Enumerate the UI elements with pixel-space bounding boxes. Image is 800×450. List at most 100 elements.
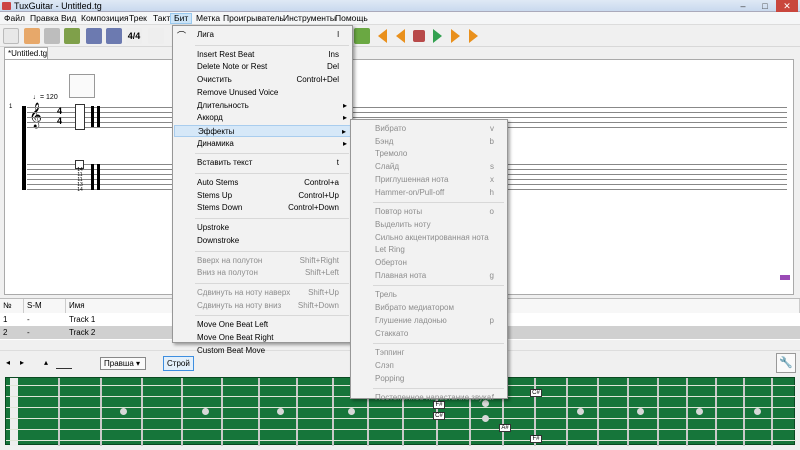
beat-menu-item-14[interactable]: Stems Up Control+Up bbox=[174, 190, 351, 202]
effects-menu-item-8[interactable]: Выделить ноту bbox=[352, 219, 506, 231]
beat-menu-item-17[interactable]: Upstroke bbox=[174, 222, 351, 234]
arrow-right-icon[interactable]: ▸ bbox=[20, 358, 24, 367]
menu-player[interactable]: Проигрыватель bbox=[220, 13, 287, 24]
maximize-button[interactable]: □ bbox=[754, 0, 776, 12]
menu-item-shortcut: g bbox=[489, 270, 494, 280]
effects-menu-item-15[interactable]: Вибрато медиатором bbox=[352, 302, 506, 314]
beat-menu-item-8[interactable]: Эффекты ▸ bbox=[174, 124, 351, 137]
previous-measure-icon[interactable] bbox=[396, 29, 405, 43]
first-measure-icon[interactable] bbox=[378, 29, 387, 43]
scroll-marker bbox=[780, 275, 790, 280]
time-signature-icon[interactable]: 4/4 bbox=[126, 28, 142, 44]
menu-track[interactable]: Трек bbox=[126, 13, 150, 24]
beat-menu-item-15[interactable]: Stems Down Control+Down bbox=[174, 202, 351, 214]
beat-menu-item-0[interactable]: Лига l bbox=[174, 29, 351, 41]
arrow-down-icon[interactable] bbox=[354, 28, 370, 44]
beat-menu-item-3[interactable]: Delete Note or Rest Del bbox=[174, 61, 351, 73]
beat-menu-item-11[interactable]: Вставить текст t bbox=[174, 157, 351, 169]
effects-menu-item-21[interactable]: Popping bbox=[352, 373, 506, 385]
beat-menu-item-13[interactable]: Auto Stems Control+a bbox=[174, 177, 351, 189]
beat-menu-item-18[interactable]: Downstroke bbox=[174, 235, 351, 247]
effects-menu-item-5[interactable]: Hammer-on/Pull-off h bbox=[352, 187, 506, 199]
menu-item-label: Insert Rest Beat bbox=[197, 49, 255, 59]
menu-view[interactable]: Вид bbox=[58, 13, 79, 24]
effects-menu-item-17[interactable]: Стаккато bbox=[352, 328, 506, 340]
menu-file[interactable]: Файл bbox=[1, 13, 28, 24]
tab-chord[interactable]: 14 11 11 13 14 bbox=[75, 168, 85, 193]
effects-menu-item-19[interactable]: Тэппинг bbox=[352, 347, 506, 359]
menu-item-label: Повтор ноты bbox=[375, 207, 423, 217]
menu-separator bbox=[373, 202, 504, 204]
menu-beat[interactable]: Бит bbox=[170, 13, 193, 24]
minimize-button[interactable]: – bbox=[732, 0, 754, 12]
remove-track-icon[interactable] bbox=[106, 28, 122, 44]
close-button[interactable]: ✕ bbox=[776, 0, 798, 12]
menu-edit[interactable]: Правка bbox=[27, 13, 62, 24]
wrench-icon[interactable]: 🔧 bbox=[776, 353, 796, 373]
submenu-arrow-icon: ▸ bbox=[341, 126, 346, 136]
tune-button[interactable]: Строй bbox=[163, 356, 194, 371]
effects-menu-item-16[interactable]: Глушение ладонью p bbox=[352, 315, 506, 327]
effects-menu-item-4[interactable]: Приглушенная нота x bbox=[352, 174, 506, 186]
tuner-icon[interactable] bbox=[64, 28, 80, 44]
beat-menu-item-2[interactable]: Insert Rest Beat Ins bbox=[174, 49, 351, 61]
fretboard-nut bbox=[10, 378, 18, 446]
beat-menu-item-20[interactable]: Вверх на полутон Shift+Right bbox=[174, 255, 351, 267]
fret-note[interactable]: C# bbox=[530, 389, 542, 397]
beat-menu-item-28[interactable]: Custom Beat Move bbox=[174, 345, 351, 357]
menu-item-shortcut: Control+Up bbox=[298, 190, 339, 200]
effects-menu-item-1[interactable]: Бэнд b bbox=[352, 136, 506, 148]
effects-menu-item-12[interactable]: Плавная нота g bbox=[352, 270, 506, 282]
menu-composition[interactable]: Композиция bbox=[78, 13, 132, 24]
menu-item-label: Аккорд bbox=[197, 113, 223, 123]
effects-menu-item-20[interactable]: Слэп bbox=[352, 360, 506, 372]
fret-note[interactable]: A# bbox=[499, 424, 511, 432]
hand-select[interactable]: Правша ▾ bbox=[100, 357, 146, 370]
fret-note[interactable]: F# bbox=[530, 435, 542, 443]
menu-help[interactable]: Помощь bbox=[332, 13, 371, 24]
menu-item-label: Слэп bbox=[375, 360, 394, 370]
last-measure-icon[interactable] bbox=[469, 29, 478, 43]
column-header-number[interactable]: № bbox=[0, 299, 24, 313]
effects-menu-item-2[interactable]: Тремоло bbox=[352, 148, 506, 160]
effects-menu-item-0[interactable]: Вибрато v bbox=[352, 123, 506, 135]
menu-marker[interactable]: Метка bbox=[193, 13, 223, 24]
beat-menu-item-4[interactable]: Очистить Control+Del bbox=[174, 74, 351, 86]
beat-menu-item-9[interactable]: Динамика ▸ bbox=[174, 138, 351, 150]
arrow-left-icon[interactable]: ◂ bbox=[6, 358, 10, 367]
beat-menu-item-26[interactable]: Move One Beat Left bbox=[174, 319, 351, 331]
scale-up-icon[interactable]: ▴ bbox=[44, 358, 48, 367]
effects-menu-item-7[interactable]: Повтор ноты o bbox=[352, 206, 506, 218]
effects-menu-item-10[interactable]: Let Ring bbox=[352, 244, 506, 256]
fret-settings-icon[interactable] bbox=[56, 357, 72, 369]
column-header-solo-mute[interactable]: S-M bbox=[24, 299, 66, 313]
add-track-icon[interactable] bbox=[86, 28, 102, 44]
menu-item-label: Бэнд bbox=[375, 136, 394, 146]
effects-menu-item-23[interactable]: Постепенное нарастание звука f bbox=[352, 392, 506, 404]
beat-menu-item-7[interactable]: Аккорд ▸ bbox=[174, 112, 351, 124]
stop-icon[interactable] bbox=[413, 30, 425, 42]
new-file-icon[interactable] bbox=[3, 28, 19, 44]
note-chord[interactable] bbox=[75, 104, 85, 130]
beat-menu-item-23[interactable]: Сдвинуть на ноту наверх Shift+Up bbox=[174, 287, 351, 299]
document-tab[interactable]: *Untitled.tg bbox=[4, 47, 48, 59]
effects-menu-item-14[interactable]: Трель bbox=[352, 289, 506, 301]
tie-note-icon[interactable] bbox=[148, 28, 164, 44]
next-measure-icon[interactable] bbox=[451, 29, 460, 43]
save-file-icon[interactable] bbox=[44, 28, 60, 44]
beat-menu-item-6[interactable]: Длительность ▸ bbox=[174, 100, 351, 112]
menu-item-label: Custom Beat Move bbox=[197, 345, 266, 355]
beat-menu-item-21[interactable]: Вниз на полутон Shift+Left bbox=[174, 267, 351, 279]
beat-menu-item-27[interactable]: Move One Beat Right bbox=[174, 332, 351, 344]
effects-menu-item-3[interactable]: Слайд s bbox=[352, 161, 506, 173]
menu-tools[interactable]: Инструменты bbox=[280, 13, 339, 24]
play-icon[interactable] bbox=[433, 29, 442, 43]
fret-note[interactable]: C# bbox=[433, 412, 445, 420]
effects-menu-item-11[interactable]: Обертон bbox=[352, 257, 506, 269]
beat-menu-item-5[interactable]: Remove Unused Voice bbox=[174, 87, 351, 99]
chord-diagram bbox=[69, 74, 95, 98]
menu-item-shortcut: Control+Del bbox=[296, 75, 339, 85]
effects-menu-item-9[interactable]: Сильно акцентированная нота bbox=[352, 232, 506, 244]
beat-menu-item-24[interactable]: Сдвинуть на ноту вниз Shift+Down bbox=[174, 300, 351, 312]
open-file-icon[interactable] bbox=[24, 28, 40, 44]
